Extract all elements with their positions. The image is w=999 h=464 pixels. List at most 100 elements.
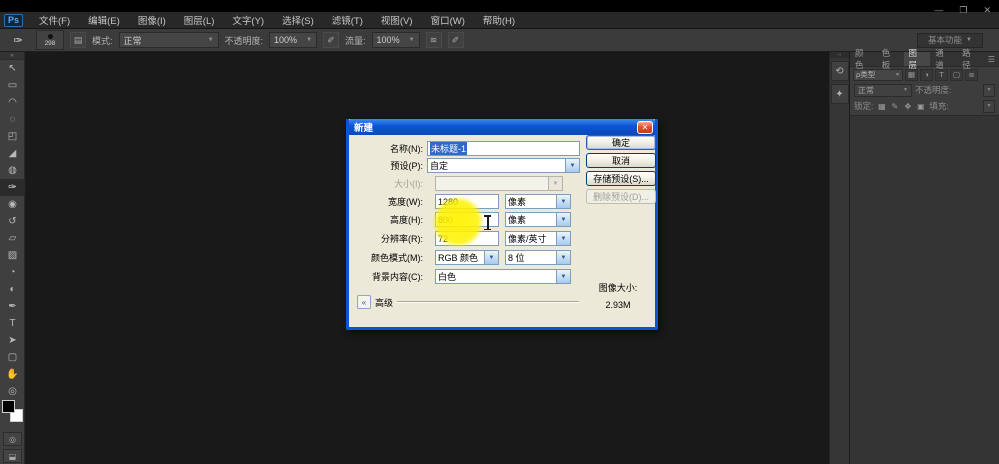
move-tool[interactable]: ↖ xyxy=(0,60,25,77)
brush-preset-picker[interactable]: 298 xyxy=(36,30,64,50)
restore-button[interactable]: ❐ xyxy=(959,5,967,15)
minimize-button[interactable]: — xyxy=(934,5,943,15)
layer-fill-select[interactable]: ▼ xyxy=(983,100,995,113)
airbrush-icon[interactable]: ≋ xyxy=(426,32,442,48)
menu-item-9[interactable]: 帮助(H) xyxy=(474,13,524,27)
layer-opacity-label: 不透明度: xyxy=(915,84,951,96)
toolbox-grip[interactable]: » xyxy=(0,52,24,60)
blend-mode-select[interactable]: 正常 ▼ xyxy=(119,32,219,48)
cancel-button[interactable]: 取消 xyxy=(586,153,656,168)
menu-item-2[interactable]: 图像(I) xyxy=(129,13,175,27)
foreground-color-swatch[interactable] xyxy=(2,400,15,413)
panel-tab-通道[interactable]: 通道 xyxy=(930,52,957,66)
gradient-tool[interactable]: ▨ xyxy=(0,247,25,264)
filter-icon-1[interactable]: ◑ xyxy=(920,69,933,81)
pressure-size-icon[interactable]: ✐ xyxy=(448,32,464,48)
width-unit-select[interactable]: 像素 ▼ xyxy=(505,194,571,209)
brush-tip-preview xyxy=(48,34,53,39)
quick-selection-tool[interactable]: ◌ xyxy=(0,111,25,128)
screen-mode-button[interactable]: ⬓ xyxy=(3,449,22,463)
menu-item-1[interactable]: 编辑(E) xyxy=(79,13,129,27)
dialog-close-button[interactable]: ✕ xyxy=(637,121,653,134)
name-input[interactable]: 未标题-1 xyxy=(427,141,580,156)
eraser-tool[interactable]: ▱ xyxy=(0,230,25,247)
panel-tab-路径[interactable]: 路径 xyxy=(957,52,984,66)
menu-item-6[interactable]: 滤镜(T) xyxy=(323,13,372,27)
hand-tool[interactable]: ✋ xyxy=(0,366,25,383)
lock-icon-2[interactable]: ✥ xyxy=(902,101,913,112)
spot-healing-brush-tool[interactable]: ◍ xyxy=(0,162,25,179)
properties-panel-button[interactable]: ✦ xyxy=(831,84,849,104)
background-contents-select[interactable]: 白色 ▼ xyxy=(435,269,571,284)
toggle-brush-panel-icon[interactable]: ▤ xyxy=(70,32,86,48)
color-depth-select[interactable]: 8 位 ▼ xyxy=(505,250,571,265)
panel-menu-icon[interactable]: ☰ xyxy=(984,52,999,66)
selected-text: 未标题-1 xyxy=(430,142,467,155)
preset-select[interactable]: 自定 ▼ xyxy=(427,158,580,173)
dock-grip[interactable]: ‹‹ xyxy=(830,52,849,58)
filter-icon-3[interactable]: ▢ xyxy=(950,69,963,81)
dialog-titlebar[interactable]: 新建 ✕ xyxy=(349,119,655,135)
zoom-tool[interactable]: ◎ xyxy=(0,383,25,400)
advanced-expander-button[interactable]: « xyxy=(357,295,371,309)
quick-mask-button[interactable]: ◎ xyxy=(3,432,22,446)
history-panel-button[interactable]: ⟲ xyxy=(831,61,849,81)
marquee-tool[interactable]: ▭ xyxy=(0,77,25,94)
filter-kind-select[interactable]: ρ类型 ▼ xyxy=(853,69,903,81)
layer-opacity-select[interactable]: ▼ xyxy=(983,84,995,97)
resolution-unit-value: 像素/英寸 xyxy=(508,232,547,245)
chevron-down-icon: ▼ xyxy=(484,251,498,264)
lock-icon-3[interactable]: ▣ xyxy=(915,101,926,112)
panel-tab-图层[interactable]: 图层 xyxy=(904,52,931,66)
menu-item-3[interactable]: 图层(L) xyxy=(175,13,224,27)
height-label: 高度(H): xyxy=(349,213,427,226)
menu-item-7[interactable]: 视图(V) xyxy=(372,13,422,27)
brush-tool[interactable]: ✑ xyxy=(0,179,25,196)
color-depth-value: 8 位 xyxy=(508,251,525,264)
flow-select[interactable]: 100% ▼ xyxy=(372,32,420,48)
pen-tool[interactable]: ✒ xyxy=(0,298,25,315)
filter-icon-2[interactable]: T xyxy=(935,69,948,81)
lasso-tool[interactable]: ◠ xyxy=(0,94,25,111)
layer-lock-row: 锁定: ▦✎✥▣ 填充: ▼ xyxy=(850,98,999,114)
history-brush-tool[interactable]: ↺ xyxy=(0,213,25,230)
name-label: 名称(N): xyxy=(349,142,427,155)
height-unit-select[interactable]: 像素 ▼ xyxy=(505,212,571,227)
opacity-select[interactable]: 100% ▼ xyxy=(269,32,317,48)
window-controls: — ❐ ✕ xyxy=(934,5,991,15)
pressure-opacity-icon[interactable]: ✐ xyxy=(323,32,339,48)
workspace-switcher-button[interactable]: 基本功能 ▼ xyxy=(917,33,983,48)
brush-size-value: 298 xyxy=(45,41,56,47)
filter-icon-4[interactable]: ⧈ xyxy=(965,69,978,81)
menu-item-0[interactable]: 文件(F) xyxy=(30,13,79,27)
chevron-down-icon: ▼ xyxy=(548,177,562,190)
size-select: ▼ xyxy=(435,176,563,191)
shape-tool[interactable]: ▢ xyxy=(0,349,25,366)
menu-item-5[interactable]: 选择(S) xyxy=(273,13,323,27)
panel-tab-颜色[interactable]: 颜色 xyxy=(850,52,877,66)
lock-label: 锁定: xyxy=(854,100,873,112)
panel-tab-色板[interactable]: 色板 xyxy=(877,52,904,66)
resolution-unit-select[interactable]: 像素/英寸 ▼ xyxy=(505,231,571,246)
crop-tool[interactable]: ◰ xyxy=(0,128,25,145)
chevron-down-icon: ▼ xyxy=(556,251,570,264)
path-selection-tool[interactable]: ➤ xyxy=(0,332,25,349)
menu-item-8[interactable]: 窗口(W) xyxy=(422,13,474,27)
lock-icon-0[interactable]: ▦ xyxy=(876,101,887,112)
clone-stamp-tool[interactable]: ◉ xyxy=(0,196,25,213)
filter-icon-0[interactable]: ▦ xyxy=(905,69,918,81)
eyedropper-tool[interactable]: ◢ xyxy=(0,145,25,162)
color-mode-select[interactable]: RGB 颜色 ▼ xyxy=(435,250,499,265)
blur-tool[interactable]: ◔ xyxy=(0,264,25,281)
layer-blend-mode-select[interactable]: 正常 ▼ xyxy=(854,84,912,97)
dodge-tool[interactable]: ◐ xyxy=(0,281,25,298)
type-tool[interactable]: T xyxy=(0,315,25,332)
menu-item-4[interactable]: 文字(Y) xyxy=(223,13,273,27)
lock-icon-1[interactable]: ✎ xyxy=(889,101,900,112)
layers-list[interactable] xyxy=(850,115,999,464)
height-unit-value: 像素 xyxy=(508,213,526,226)
close-button[interactable]: ✕ xyxy=(983,5,991,15)
current-tool-icon[interactable]: ✑ xyxy=(6,31,30,49)
ok-button[interactable]: 确定 xyxy=(586,135,656,150)
save-preset-button[interactable]: 存储预设(S)... xyxy=(586,171,656,186)
